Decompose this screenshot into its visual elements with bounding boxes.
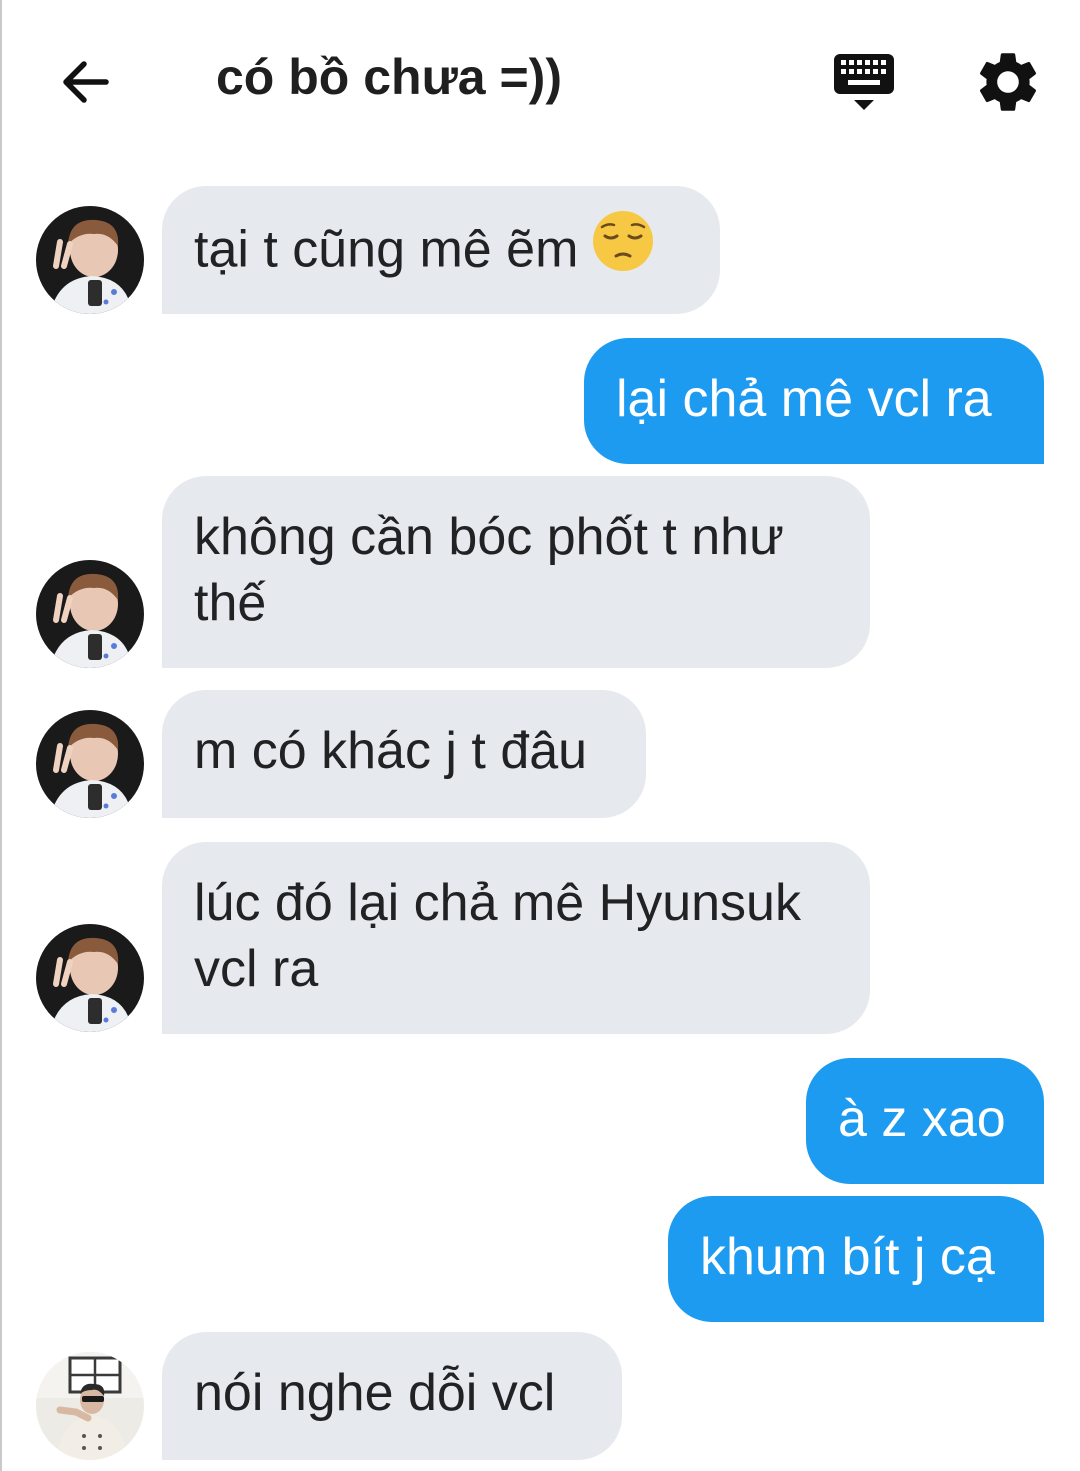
gear-icon <box>979 53 1037 111</box>
message-text: lại chả mê vcl ra <box>616 370 992 428</box>
message-text: à z xao <box>838 1090 1006 1148</box>
pensive-face-emoji <box>592 210 654 288</box>
message-bubble-incoming[interactable]: m có khác j t đâu <box>162 690 646 818</box>
conversation-title: có bồ chưa =)) <box>216 49 562 105</box>
message-bubble-incoming[interactable]: không cần bóc phốt t như thế <box>162 476 870 668</box>
contact-avatar[interactable] <box>36 924 144 1032</box>
contact-avatar[interactable] <box>36 206 144 314</box>
contact-avatar[interactable] <box>36 710 144 818</box>
message-bubble-incoming[interactable]: tại t cũng mê ẽm <box>162 186 720 314</box>
back-button[interactable] <box>52 50 116 114</box>
chat-screen: có bồ chưa =)) tại t cũng mê ẽm lại chả … <box>0 0 1080 1471</box>
chat-header: có bồ chưa =)) <box>0 0 1080 160</box>
arrow-left-icon <box>63 61 109 103</box>
settings-button[interactable] <box>972 46 1044 118</box>
message-bubble-outgoing[interactable]: à z xao <box>806 1058 1044 1184</box>
message-bubble-outgoing[interactable]: khum bít j cạ <box>668 1196 1044 1322</box>
message-text: không cần bóc phốt t như thế <box>194 508 784 632</box>
keyboard-button[interactable] <box>830 50 900 114</box>
message-text: nói nghe dỗi vcl <box>194 1364 556 1422</box>
message-bubble-incoming[interactable]: nói nghe dỗi vcl <box>162 1332 622 1460</box>
message-bubble-incoming[interactable]: lúc đó lại chả mê Hyunsuk vcl ra <box>162 842 870 1034</box>
message-text: tại t cũng mê ẽm <box>194 220 579 279</box>
message-text: khum bít j cạ <box>700 1228 995 1286</box>
contact-avatar-alt[interactable] <box>36 1352 144 1460</box>
keyboard-icon <box>834 54 894 110</box>
left-edge-divider <box>0 0 2 1471</box>
message-text: m có khác j t đâu <box>194 722 588 780</box>
contact-avatar[interactable] <box>36 560 144 668</box>
message-text: lúc đó lại chả mê Hyunsuk vcl ra <box>194 874 801 998</box>
message-bubble-outgoing[interactable]: lại chả mê vcl ra <box>584 338 1044 464</box>
